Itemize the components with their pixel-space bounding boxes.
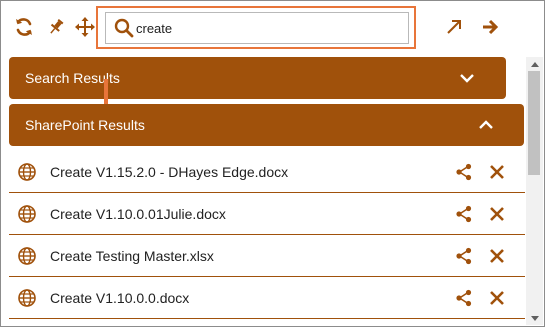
scroll-down-icon[interactable]	[526, 311, 543, 325]
search-results-header[interactable]: Search Results	[9, 57, 506, 99]
result-name[interactable]: Create V1.15.2.0 - DHayes Edge.docx	[50, 164, 288, 180]
scrollbar-thumb[interactable]	[528, 71, 540, 175]
results-list: Create V1.15.2.0 - DHayes Edge.docx Crea…	[9, 151, 525, 319]
share-icon[interactable]	[455, 289, 473, 307]
list-item[interactable]: Create V1.10.0.01Julie.docx	[9, 193, 525, 235]
refresh-icon[interactable]	[12, 15, 36, 39]
share-icon[interactable]	[455, 205, 473, 223]
share-icon[interactable]	[455, 247, 473, 265]
globe-icon	[18, 163, 36, 181]
result-name[interactable]: Create V1.10.0.01Julie.docx	[50, 206, 226, 222]
list-item[interactable]: Create V1.15.2.0 - DHayes Edge.docx	[9, 151, 525, 193]
sharepoint-results-header[interactable]: SharePoint Results	[9, 104, 524, 146]
list-item[interactable]: Create V1.10.0.0.docx	[9, 277, 525, 319]
search-input[interactable]	[136, 17, 396, 39]
close-icon[interactable]	[489, 164, 505, 180]
share-icon[interactable]	[455, 163, 473, 181]
close-icon[interactable]	[489, 206, 505, 222]
globe-icon	[18, 289, 36, 307]
close-icon[interactable]	[489, 290, 505, 306]
scroll-up-icon[interactable]	[526, 57, 543, 71]
globe-icon	[18, 205, 36, 223]
sharepoint-results-label: SharePoint Results	[25, 117, 145, 133]
forward-icon[interactable]	[478, 15, 502, 39]
globe-icon	[18, 247, 36, 265]
result-name[interactable]: Create Testing Master.xlsx	[50, 248, 214, 264]
move-icon[interactable]	[73, 15, 97, 39]
expand-icon[interactable]	[442, 15, 466, 39]
vertical-scrollbar[interactable]	[526, 57, 543, 325]
chevron-down-icon[interactable]	[458, 69, 476, 87]
app-window: Search Results SharePoint Results Create…	[0, 0, 545, 327]
search-icon	[114, 18, 134, 38]
result-name[interactable]: Create V1.10.0.0.docx	[50, 290, 189, 306]
close-icon[interactable]	[489, 248, 505, 264]
search-box[interactable]	[105, 12, 409, 44]
pin-icon[interactable]	[44, 15, 68, 39]
chevron-up-icon[interactable]	[477, 116, 495, 134]
toolbar	[1, 1, 544, 57]
list-item[interactable]: Create Testing Master.xlsx	[9, 235, 525, 277]
